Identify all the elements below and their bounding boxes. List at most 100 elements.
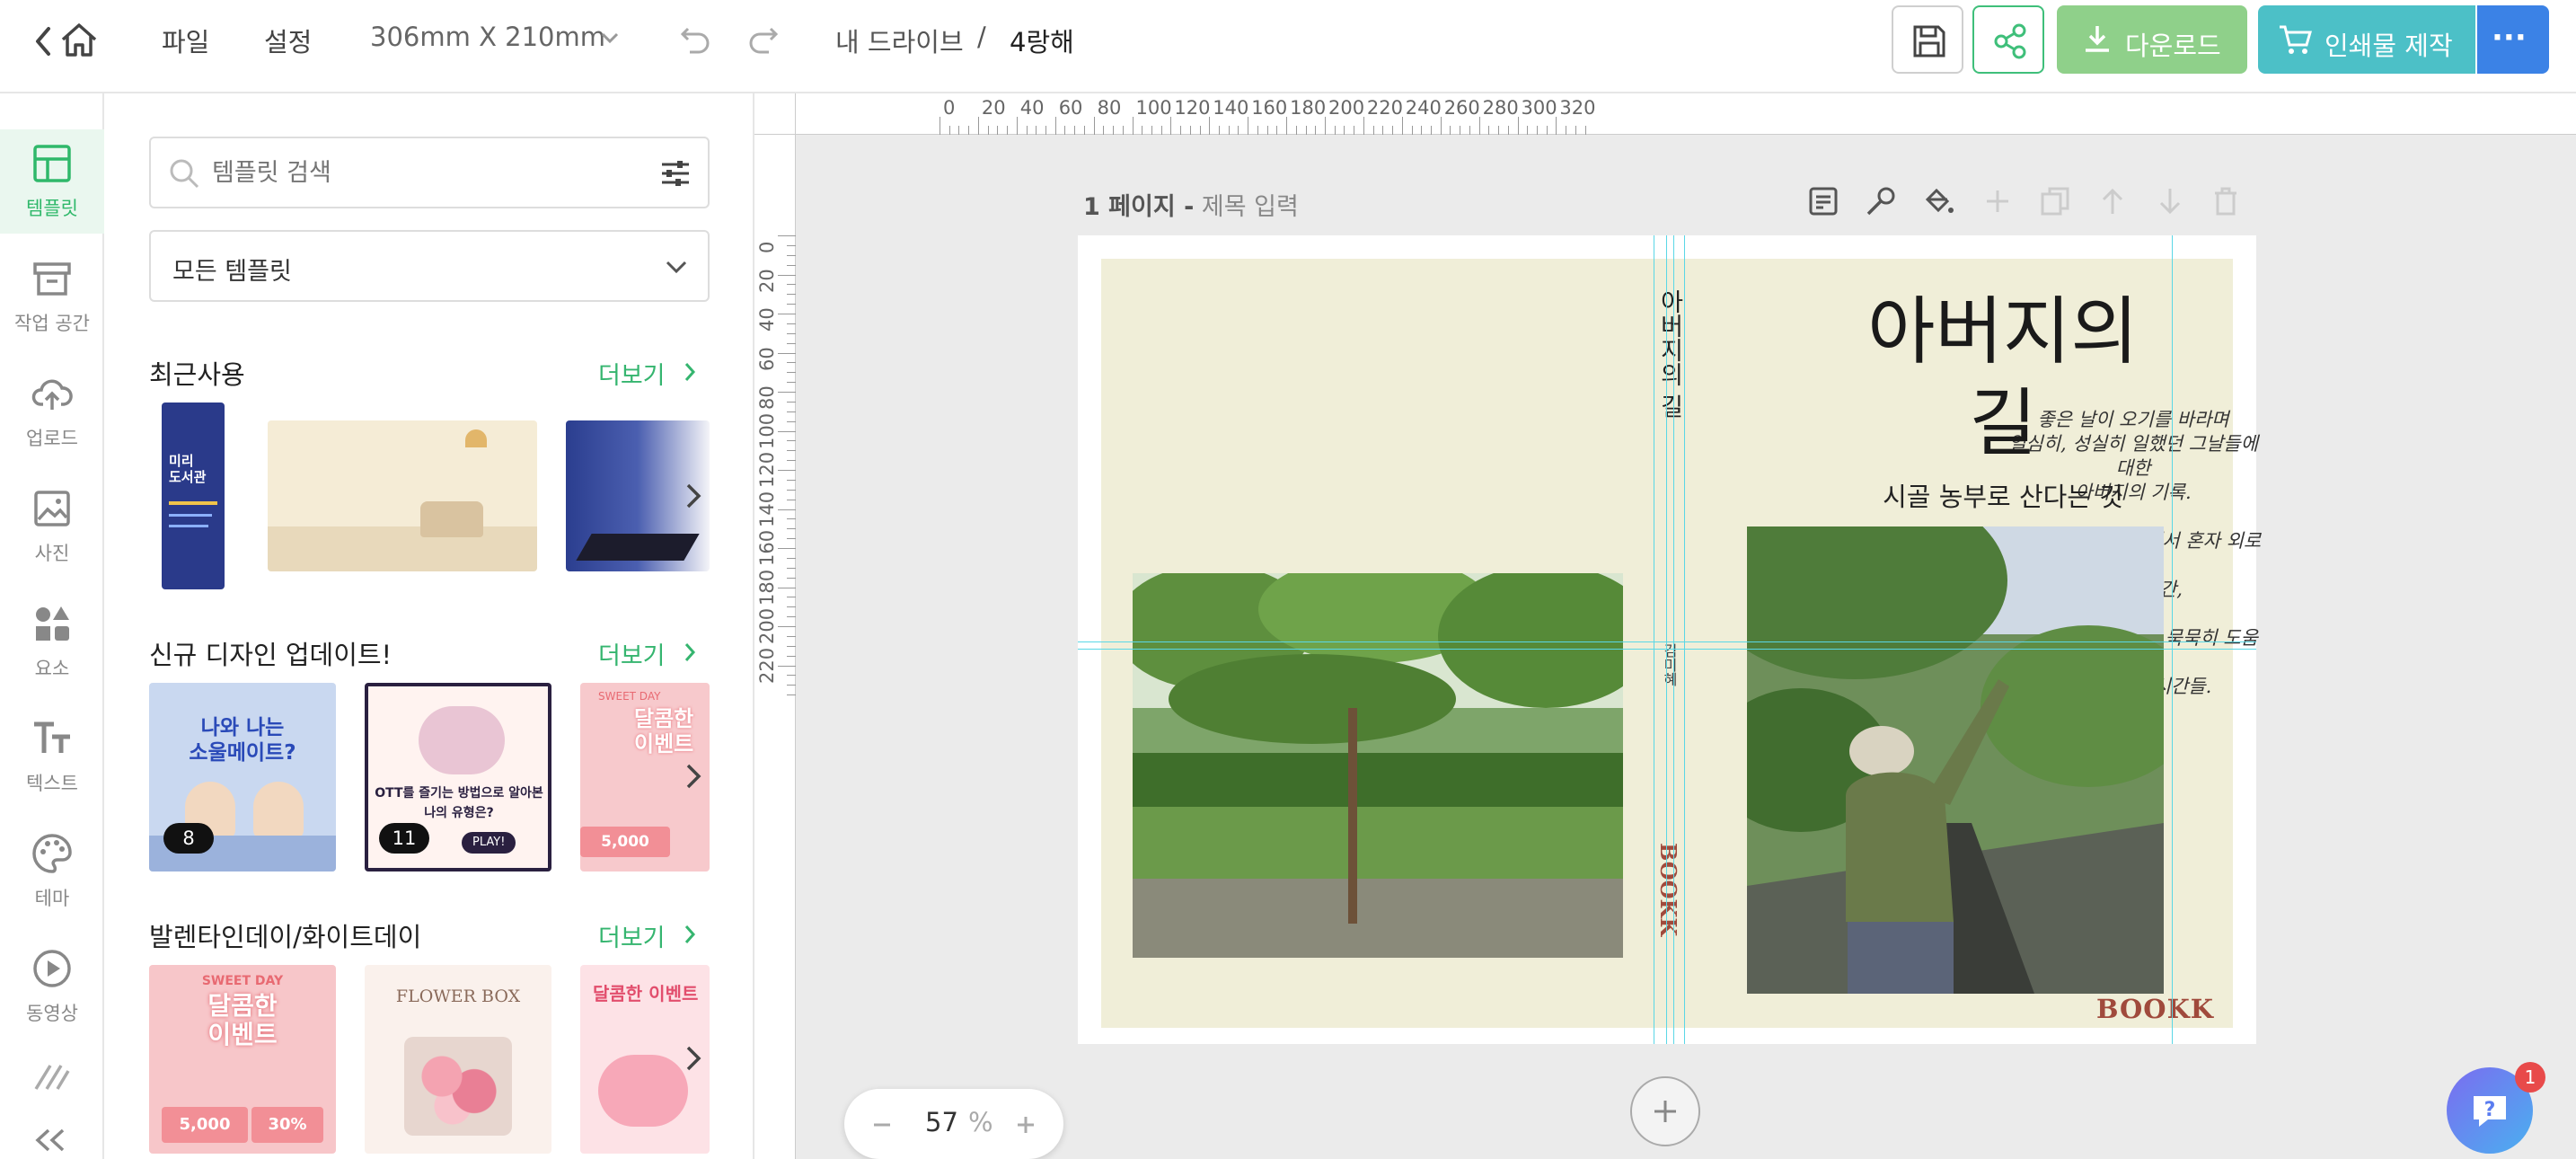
rail-item-photos[interactable]: 사진 — [0, 474, 104, 579]
ruler-tick-label: 220 — [1366, 97, 1403, 119]
template-search-input[interactable] — [212, 155, 625, 190]
document-title[interactable]: 4랑해 — [1010, 22, 1074, 59]
trash-icon[interactable] — [2210, 185, 2242, 217]
more-link-new[interactable]: 더보기 — [598, 636, 666, 671]
template-search-box[interactable] — [149, 137, 710, 208]
home-icon[interactable] — [59, 22, 99, 58]
front-title-line2[interactable]: 길 — [1760, 381, 2245, 467]
pattern-icon[interactable] — [32, 1062, 72, 1093]
chevron-right-icon[interactable] — [683, 361, 697, 383]
svg-text:?: ? — [2484, 1099, 2496, 1121]
ruler-tick — [787, 411, 796, 412]
redo-icon[interactable] — [747, 23, 780, 54]
spine-logo[interactable]: BOOKK — [1654, 843, 1681, 951]
ruler-tick — [778, 665, 796, 667]
duplicate-page-icon[interactable] — [2039, 185, 2071, 217]
rail-item-upload[interactable]: 업로드 — [0, 359, 104, 464]
rail-item-workspace[interactable]: 작업 공간 — [0, 244, 104, 349]
menu-file[interactable]: 파일 — [162, 22, 209, 59]
ruler-tick-label: 20 — [981, 97, 1006, 119]
thumb-text: 미리 도서관 — [169, 453, 207, 485]
thumb-text: 5,000 — [162, 1107, 248, 1143]
zoom-unit: % — [968, 1107, 993, 1137]
page-note-icon[interactable] — [1807, 185, 1839, 217]
ruler-tick — [778, 352, 796, 354]
zoom-out-icon[interactable] — [871, 1114, 893, 1136]
back-chevron-icon[interactable] — [32, 25, 54, 58]
ruler-tick — [1536, 126, 1538, 135]
ruler-tick — [787, 557, 796, 559]
ruler-tick — [787, 264, 796, 266]
ruler-tick — [787, 362, 796, 364]
template-thumb-library[interactable]: 미리 도서관 — [162, 403, 225, 589]
spine-title[interactable]: 아버지의 길 — [1654, 289, 1684, 478]
ruler-tick — [1527, 126, 1529, 135]
back-cover-photo[interactable] — [1133, 573, 1623, 958]
collapse-icon[interactable] — [32, 1127, 68, 1154]
front-title-line1[interactable]: 아버지의 — [1760, 289, 2245, 376]
rail-item-templates[interactable]: 템플릿 — [0, 129, 104, 234]
add-page-button[interactable] — [1630, 1076, 1700, 1146]
rail-item-text[interactable]: 텍스트 — [0, 704, 104, 809]
rail-item-theme[interactable]: 테마 — [0, 819, 104, 924]
front-logo[interactable]: BOOKK — [2096, 994, 2214, 1024]
template-thumb-sweet-day[interactable]: SWEET DAY 달콤한 이벤트 5,000 30% — [149, 965, 336, 1154]
ruler-tick — [787, 304, 796, 305]
ruler-tick — [1103, 126, 1105, 135]
ruler-tick — [787, 244, 796, 246]
vertical-ruler: 0 20 40 60 80 100 120 140 160 180 200 220 — [754, 135, 796, 1159]
category-select[interactable]: 모든 템플릿 — [149, 230, 710, 302]
ruler-tick — [1440, 117, 1442, 135]
chevron-right-icon[interactable] — [683, 641, 697, 663]
ruler-tick — [787, 294, 796, 296]
print-order-button[interactable]: 인쇄물 제작 — [2258, 5, 2475, 74]
rail-label: 업로드 — [26, 428, 78, 449]
ruler-tick — [997, 126, 999, 135]
ruler-tick-label: 100 — [756, 412, 778, 449]
spine-author[interactable]: 김미혜 — [1658, 643, 1680, 706]
ruler-tick-label: 280 — [1482, 97, 1519, 119]
move-down-icon[interactable] — [2154, 185, 2186, 217]
zoom-in-icon[interactable] — [1015, 1114, 1037, 1136]
ruler-tick — [778, 470, 796, 471]
breadcrumb-root[interactable]: 내 드라이브 — [835, 22, 964, 59]
rail-item-video[interactable]: 동영상 — [0, 934, 104, 1039]
page-title-input[interactable]: 제목 입력 — [1202, 193, 1299, 221]
undo-icon[interactable] — [679, 23, 711, 54]
add-page-icon[interactable] — [1981, 185, 2014, 217]
chevron-right-icon[interactable] — [683, 924, 697, 945]
page-size-select[interactable]: 306mm X 210mm — [370, 22, 605, 52]
share-button[interactable] — [1972, 5, 2044, 74]
ruler-tick — [778, 274, 796, 276]
more-link-recent[interactable]: 더보기 — [598, 356, 666, 391]
save-button[interactable] — [1892, 5, 1963, 74]
front-cover-photo[interactable] — [1747, 526, 2164, 994]
ruler-tick — [1064, 126, 1066, 135]
front-subtitle[interactable]: 시골 농부로 산다는 것 — [1760, 476, 2245, 514]
zoom-value[interactable]: 57 — [925, 1107, 958, 1137]
ruler-tick — [1007, 126, 1009, 135]
download-button[interactable]: 다운로드 — [2057, 5, 2247, 74]
filter-icon[interactable] — [659, 158, 692, 189]
carousel-next-icon[interactable] — [675, 469, 711, 523]
ruler-tick — [948, 126, 950, 135]
template-thumb-kitchen[interactable] — [268, 420, 537, 571]
editor-canvas[interactable]: 0 20 40 60 80 100 120 140 160 180 200 220 240 260 280 3… — [754, 93, 2576, 1159]
spine-guide — [1673, 235, 1674, 1044]
rail-item-elements[interactable]: 요소 — [0, 589, 104, 694]
magic-brush-icon[interactable] — [1865, 185, 1899, 217]
thumb-decoration — [169, 501, 217, 505]
menu-settings[interactable]: 설정 — [264, 22, 312, 59]
move-up-icon[interactable] — [2096, 185, 2129, 217]
template-thumb-flower-box[interactable]: FLOWER BOX — [365, 965, 551, 1154]
carousel-next-icon[interactable] — [675, 749, 711, 803]
paint-bucket-icon[interactable] — [1922, 185, 1956, 217]
ruler-tick — [1325, 117, 1326, 135]
carousel-next-icon[interactable] — [675, 1031, 711, 1085]
ruler-tick — [1132, 117, 1134, 135]
more-link-valentine[interactable]: 더보기 — [598, 918, 666, 953]
ruler-tick — [1026, 126, 1028, 135]
more-menu-button[interactable]: ··· — [2477, 5, 2549, 74]
save-icon — [1913, 25, 1945, 58]
chevron-down-icon[interactable] — [600, 31, 620, 45]
